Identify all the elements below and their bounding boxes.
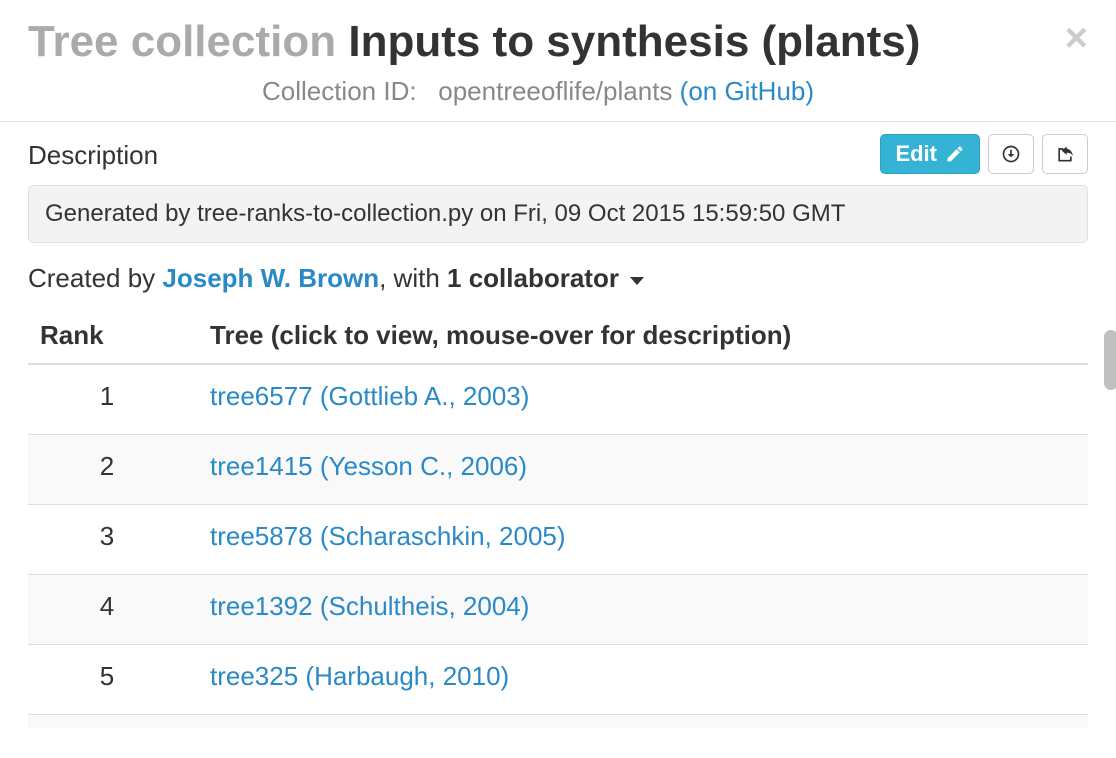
rank-cell: 1 xyxy=(28,364,198,435)
close-icon[interactable]: × xyxy=(1065,28,1088,48)
tree-link[interactable]: tree325 (Harbaugh, 2010) xyxy=(210,661,509,691)
collaborator-count: 1 collaborator xyxy=(447,263,619,293)
creator-line: Created by Joseph W. Brown, with 1 colla… xyxy=(28,263,1088,294)
tree-link[interactable]: tree6577 (Gottlieb A., 2003) xyxy=(210,381,529,411)
tree-link[interactable]: tree1392 (Schultheis, 2004) xyxy=(210,591,529,621)
download-button[interactable] xyxy=(988,134,1034,174)
table-row: 4 tree1392 (Schultheis, 2004) xyxy=(28,575,1088,645)
table-row: 5 tree325 (Harbaugh, 2010) xyxy=(28,645,1088,715)
action-buttons: Edit xyxy=(880,134,1088,174)
github-link[interactable]: (on GitHub) xyxy=(680,76,814,106)
rank-cell: 2 xyxy=(28,435,198,505)
tree-table-container: Rank Tree (click to view, mouse-over for… xyxy=(28,308,1088,728)
table-row: 2 tree1415 (Yesson C., 2006) xyxy=(28,435,1088,505)
title-prefix: Tree collection xyxy=(28,17,336,66)
download-icon xyxy=(1001,144,1021,164)
table-row: 1 tree6577 (Gottlieb A., 2003) xyxy=(28,364,1088,435)
collection-id-line: Collection ID: opentreeoflife/plants (on… xyxy=(28,76,1088,107)
scrollbar-track[interactable] xyxy=(1100,330,1116,758)
tree-table: Rank Tree (click to view, mouse-over for… xyxy=(28,308,1088,728)
share-icon xyxy=(1055,144,1075,164)
column-header-rank: Rank xyxy=(28,308,198,364)
modal-header: × Tree collection Inputs to synthesis (p… xyxy=(0,0,1116,122)
tree-link[interactable]: tree5878 (Scharaschkin, 2005) xyxy=(210,521,566,551)
rank-cell: 4 xyxy=(28,575,198,645)
scrollbar-thumb[interactable] xyxy=(1104,330,1116,390)
modal-body: Edit Description Generated by tree-ranks… xyxy=(0,122,1116,728)
description-box: Generated by tree-ranks-to-collection.py… xyxy=(28,185,1088,243)
title-main: Inputs to synthesis (plants) xyxy=(348,17,920,66)
rank-cell: 3 xyxy=(28,505,198,575)
edit-icon xyxy=(945,144,965,164)
edit-button-label: Edit xyxy=(895,141,937,167)
collection-id-value: opentreeoflife/plants xyxy=(438,76,672,106)
collection-id-label: Collection ID: xyxy=(262,76,417,106)
creator-prefix: Created by xyxy=(28,263,162,293)
share-button[interactable] xyxy=(1042,134,1088,174)
rank-cell: 6 xyxy=(28,715,198,729)
creator-middle: , with xyxy=(379,263,447,293)
tree-link[interactable]: tree1415 (Yesson C., 2006) xyxy=(210,451,527,481)
rank-cell: 5 xyxy=(28,645,198,715)
caret-down-icon xyxy=(630,277,644,285)
modal-title: Tree collection Inputs to synthesis (pla… xyxy=(28,18,1088,66)
table-row: 3 tree5878 (Scharaschkin, 2005) xyxy=(28,505,1088,575)
table-row: 6 tree2265 (Xiang C., 2012) xyxy=(28,715,1088,729)
edit-button[interactable]: Edit xyxy=(880,134,980,174)
collaborator-dropdown[interactable]: 1 collaborator xyxy=(447,263,644,293)
column-header-tree: Tree (click to view, mouse-over for desc… xyxy=(198,308,1088,364)
creator-link[interactable]: Joseph W. Brown xyxy=(162,263,379,293)
